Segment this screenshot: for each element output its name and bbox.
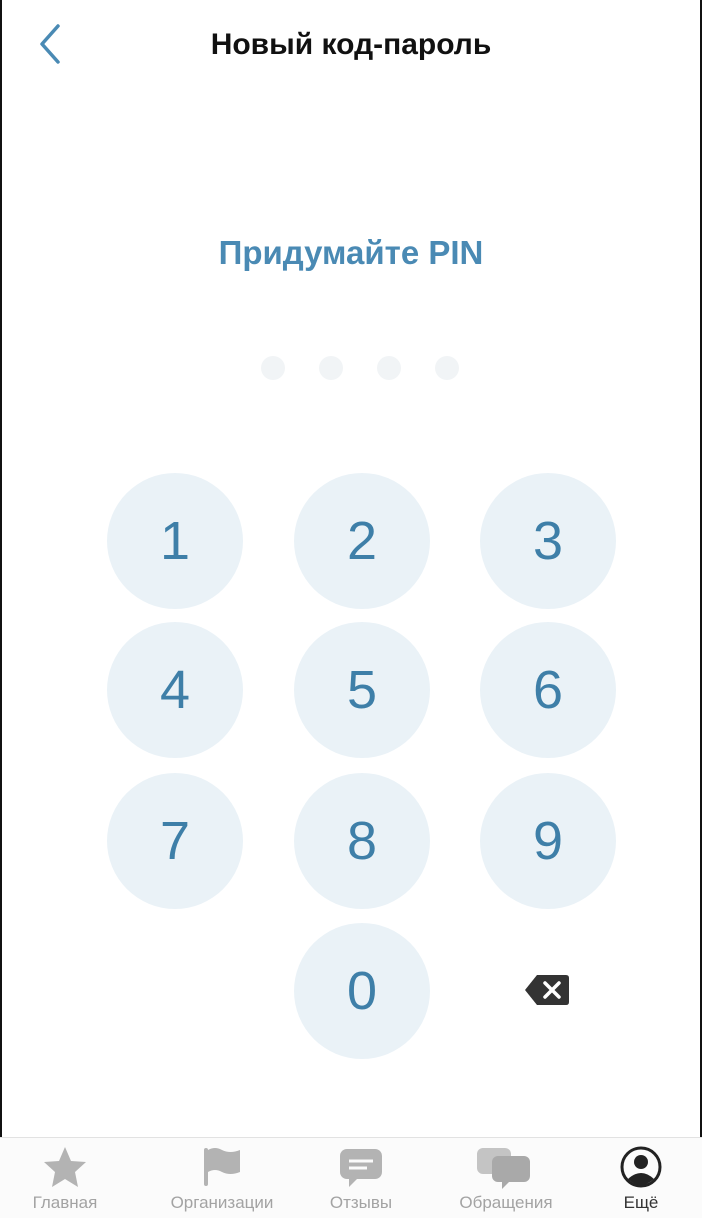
tab-organizations[interactable]: Организации	[160, 1138, 284, 1218]
tab-label: Отзывы	[329, 1193, 393, 1212]
tab-reviews[interactable]: Отзывы	[316, 1138, 406, 1218]
flag-icon	[204, 1148, 240, 1186]
pin-prompt: Придумайте PIN	[218, 234, 484, 271]
review-bubble-icon	[340, 1149, 382, 1187]
backspace-icon	[525, 975, 569, 1005]
navigation-header: Новый код-пароль	[0, 0, 702, 90]
pin-dot	[435, 356, 459, 380]
star-icon	[44, 1147, 86, 1187]
tab-label: Ещё	[623, 1193, 659, 1212]
pin-dot	[319, 356, 343, 380]
chat-bubbles-icon	[477, 1148, 530, 1189]
tab-label: Организации	[170, 1193, 274, 1212]
profile-icon	[620, 1146, 662, 1188]
key-6[interactable]: 6	[480, 622, 616, 758]
key-3[interactable]: 3	[480, 473, 616, 609]
key-9[interactable]: 9	[480, 773, 616, 909]
page-title: Новый код-пароль	[210, 28, 492, 61]
tab-requests[interactable]: Обращения	[446, 1138, 566, 1218]
key-0[interactable]: 0	[294, 923, 430, 1059]
key-1[interactable]: 1	[107, 473, 243, 609]
tab-home[interactable]: Главная	[20, 1138, 110, 1218]
tab-label: Обращения	[459, 1193, 553, 1212]
key-5[interactable]: 5	[294, 622, 430, 758]
pin-indicator	[261, 356, 461, 382]
tab-label: Главная	[32, 1193, 98, 1212]
backspace-button[interactable]	[524, 973, 570, 1007]
key-4[interactable]: 4	[107, 622, 243, 758]
key-8[interactable]: 8	[294, 773, 430, 909]
key-7[interactable]: 7	[107, 773, 243, 909]
tab-bar: Главная Организации Отзывы Обращения Ещё	[0, 1137, 702, 1218]
pin-dot	[377, 356, 401, 380]
tab-more[interactable]: Ещё	[610, 1138, 672, 1218]
pin-dot	[261, 356, 285, 380]
key-2[interactable]: 2	[294, 473, 430, 609]
